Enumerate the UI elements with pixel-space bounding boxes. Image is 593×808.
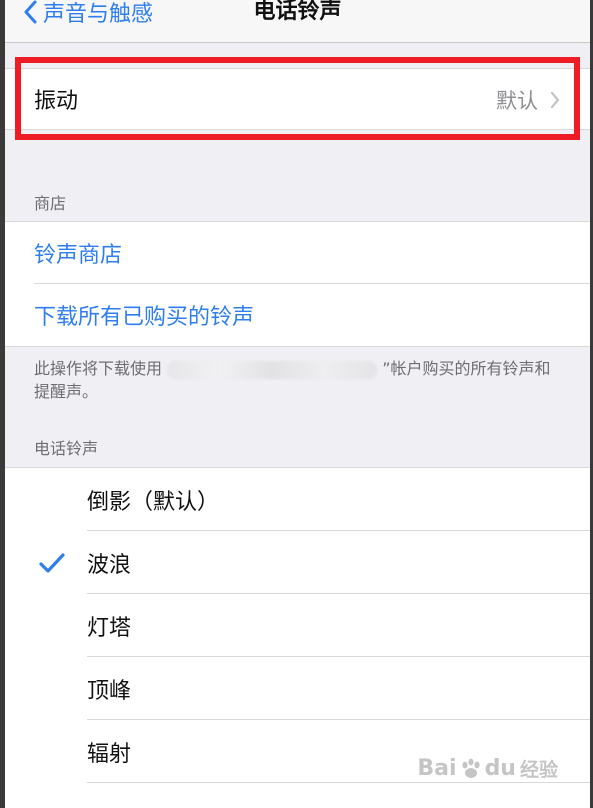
vibration-label: 振动 (34, 89, 79, 114)
page-title: 电话铃声 (253, 0, 342, 24)
ringtones-section-header: 电话铃声 (34, 439, 99, 458)
redacted-account-blur (167, 360, 378, 379)
ringtone-label: 顶峰 (87, 678, 132, 704)
baidu-watermark: Bai du 经验 (417, 755, 558, 782)
vibration-value-group: 默认 (496, 69, 560, 131)
watermark-suffix: 经验 (519, 759, 558, 781)
watermark-brand-left: Bai (417, 756, 457, 781)
ringtone-label: 灯塔 (87, 615, 132, 641)
store-section-footer: 此操作将下载使用 ”帐户购买的所有铃声和提醒声。 (34, 357, 564, 403)
download-purchased-link[interactable]: 下载所有已购买的铃声 (5, 284, 590, 347)
download-purchased-label: 下载所有已购买的铃声 (34, 305, 255, 330)
ringtone-store-label: 铃声商店 (34, 243, 123, 268)
navigation-bar: 声音与触感 电话铃声 (5, 0, 590, 43)
row-separator (87, 782, 590, 783)
ringtone-label: 波浪 (87, 552, 132, 578)
vibration-value: 默认 (496, 89, 538, 113)
chevron-right-icon (550, 91, 560, 109)
vibration-row[interactable]: 振动 默认 (5, 68, 590, 130)
ringtone-label: 倒影（默认） (87, 489, 220, 515)
footer-prefix: 此操作将下载使用 (34, 359, 163, 378)
checkmark-icon (39, 553, 65, 573)
settings-screen: 声音与触感 电话铃声 振动 默认 商店 铃声商店 下载所有已购买的铃声 此操作将… (5, 0, 590, 808)
ringtone-row-selected[interactable]: 波浪 (5, 531, 590, 594)
paw-icon (461, 758, 480, 778)
ringtone-row[interactable]: 灯塔 (5, 594, 590, 657)
ringtone-label: 辐射 (87, 741, 132, 767)
watermark-brand-right: du (484, 756, 516, 781)
store-section-header: 商店 (34, 194, 67, 213)
ringtone-store-link[interactable]: 铃声商店 (5, 221, 590, 284)
ringtone-row[interactable]: 顶峰 (5, 657, 590, 720)
ringtone-row[interactable]: 倒影（默认） (5, 468, 590, 531)
